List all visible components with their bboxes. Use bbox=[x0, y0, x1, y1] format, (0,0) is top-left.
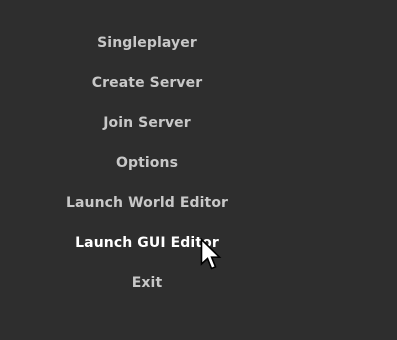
menu-item-launch-gui-editor[interactable]: Launch GUI Editor bbox=[0, 230, 294, 256]
menu-item-options[interactable]: Options bbox=[0, 150, 294, 176]
menu-item-join-server[interactable]: Join Server bbox=[0, 110, 294, 136]
main-menu: Singleplayer Create Server Join Server O… bbox=[0, 0, 294, 340]
menu-item-create-server[interactable]: Create Server bbox=[0, 70, 294, 96]
mouse-pointer-icon bbox=[200, 238, 222, 270]
menu-item-singleplayer[interactable]: Singleplayer bbox=[0, 30, 294, 56]
menu-item-exit[interactable]: Exit bbox=[0, 270, 294, 296]
menu-item-launch-world-editor[interactable]: Launch World Editor bbox=[0, 190, 294, 216]
